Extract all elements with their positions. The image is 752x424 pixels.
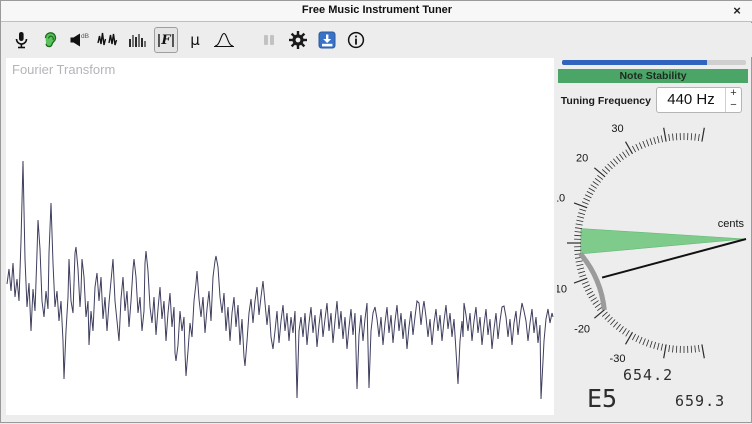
save-wav-icon	[317, 30, 337, 50]
settings-button[interactable]	[286, 27, 310, 53]
tuning-frequency-value[interactable]: 440 Hz	[657, 88, 725, 112]
svg-text:40: 40	[655, 116, 667, 119]
spectrum-svg	[6, 58, 554, 415]
svg-text:30: 30	[611, 123, 623, 135]
microphone-icon	[11, 30, 31, 50]
fourier-plot: Fourier Transform	[6, 58, 554, 415]
svg-text:-30: -30	[610, 353, 626, 365]
volume-progress-fill	[562, 60, 707, 65]
spectrum-bars-icon	[127, 30, 147, 50]
record-save-button[interactable]	[315, 27, 339, 53]
title-bar: Free Music Instrument Tuner ×	[1, 1, 752, 22]
target-frequency-readout: 659.3	[675, 392, 725, 410]
bell-curve-icon	[213, 30, 235, 50]
spectrum-bars-button[interactable]	[125, 27, 149, 53]
gauge-ticks: -50-40-30-20-1001020304050	[557, 116, 746, 366]
info-icon	[347, 31, 365, 49]
waveform-view-button[interactable]	[96, 27, 120, 53]
gear-icon	[288, 30, 308, 50]
volume-button[interactable]: dB	[67, 27, 91, 53]
statistics-button[interactable]: μ	[183, 27, 207, 53]
svg-text:10: 10	[557, 193, 565, 205]
spectrum-line	[7, 161, 553, 399]
microphone-button[interactable]	[9, 27, 33, 53]
svg-text:-10: -10	[557, 283, 567, 295]
about-button[interactable]	[344, 27, 368, 53]
note-stability-bar: Note Stability	[558, 69, 748, 83]
listen-button[interactable]	[38, 27, 62, 53]
tuning-frequency-label: Tuning Frequency	[561, 95, 651, 107]
pause-button[interactable]	[257, 27, 281, 53]
gauge-svg: -50-40-30-20-1001020304050 cents	[557, 116, 752, 366]
gauge-unit-label: cents	[718, 218, 745, 230]
close-icon[interactable]: ×	[729, 3, 745, 19]
toolbar: dB |F| μ	[1, 23, 752, 57]
svg-text:-20: -20	[574, 323, 590, 335]
window-title: Free Music Instrument Tuner	[1, 4, 752, 16]
svg-text:50: 50	[701, 116, 713, 119]
gaussian-button[interactable]	[212, 27, 236, 53]
app-window: { "window": { "title": "Free Music Instr…	[0, 0, 752, 423]
cents-gauge: -50-40-30-20-1001020304050 cents	[557, 116, 752, 366]
spin-down-button[interactable]: −	[726, 100, 741, 112]
waveform-icon	[97, 30, 119, 50]
svg-text:dB: dB	[81, 33, 89, 40]
speaker-db-icon: dB	[68, 30, 90, 50]
tuning-frequency-row: Tuning Frequency 440 Hz + −	[557, 87, 747, 113]
fourier-view-button[interactable]: |F|	[154, 27, 178, 53]
ear-icon	[40, 30, 60, 50]
svg-text:20: 20	[576, 153, 588, 165]
tuning-frequency-spinbox[interactable]: 440 Hz + −	[656, 87, 742, 113]
spin-buttons: + −	[725, 88, 741, 112]
volume-progressbar	[562, 60, 746, 65]
tuner-panel: Note Stability Tuning Frequency 440 Hz +…	[557, 58, 752, 424]
note-readout: E5	[587, 384, 617, 413]
pause-icon	[261, 32, 277, 48]
current-frequency-readout: 654.2	[623, 366, 743, 384]
